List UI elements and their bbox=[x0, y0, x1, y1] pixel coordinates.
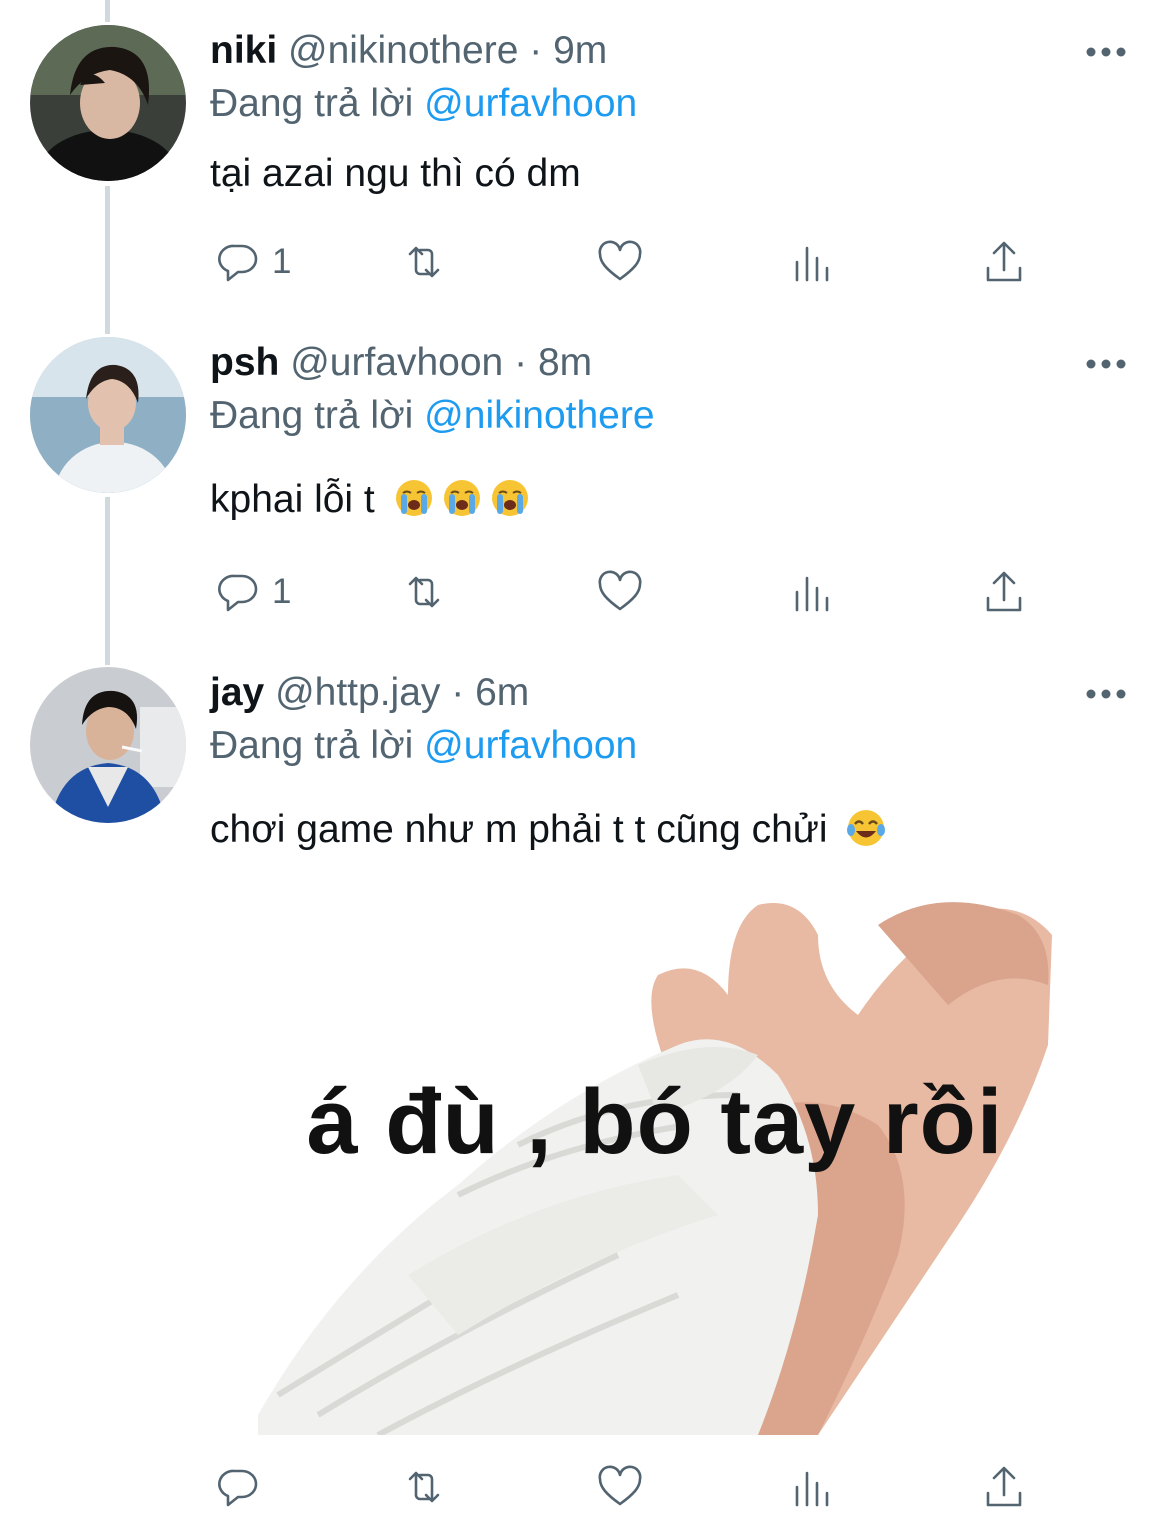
avatar[interactable] bbox=[30, 25, 186, 181]
user-handle[interactable]: @urfavhoon bbox=[290, 341, 503, 384]
reply-mention[interactable]: @nikinothere bbox=[424, 394, 654, 437]
tweet-text-content: chơi game như m phải t t cũng chửi bbox=[210, 808, 828, 851]
share-icon bbox=[986, 1466, 1022, 1507]
replying-to-label: Đang trả lời bbox=[210, 394, 414, 437]
retweet-icon bbox=[408, 576, 440, 608]
views-button[interactable] bbox=[788, 1462, 836, 1512]
tweet-niki[interactable]: niki @nikinothere · 9m Đang trả lời @urf… bbox=[0, 0, 1170, 320]
like-icon bbox=[598, 240, 642, 281]
views-button[interactable] bbox=[788, 567, 836, 617]
face-with-tears-of-joy-emoji bbox=[847, 810, 886, 846]
tweet-text: kphai lỗi t bbox=[210, 474, 530, 526]
like-button[interactable] bbox=[596, 237, 644, 287]
replying-to-label: Đang trả lời bbox=[210, 82, 414, 125]
user-handle[interactable]: @nikinothere bbox=[288, 29, 518, 72]
tweet-header: niki @nikinothere · 9m bbox=[210, 26, 607, 76]
views-icon bbox=[795, 576, 829, 612]
replying-to-label: Đang trả lời bbox=[210, 724, 414, 767]
replying-to: Đang trả lời @urfavhoon bbox=[210, 79, 637, 129]
views-icon bbox=[795, 1471, 829, 1507]
retweet-icon bbox=[408, 1471, 440, 1503]
share-icon bbox=[986, 571, 1022, 612]
reply-icon bbox=[218, 1469, 258, 1507]
replying-to: Đang trả lời @nikinothere bbox=[210, 391, 655, 441]
separator-dot: · bbox=[451, 671, 465, 714]
reply-button[interactable]: 1 bbox=[214, 237, 291, 287]
share-button[interactable] bbox=[980, 237, 1028, 287]
timestamp[interactable]: 9m bbox=[553, 29, 607, 72]
retweet-icon bbox=[408, 246, 440, 278]
avatar[interactable] bbox=[30, 667, 186, 823]
meme-caption: á đù , bó tay rồi bbox=[306, 1071, 1004, 1173]
loudly-crying-face-emoji bbox=[491, 480, 528, 516]
more-icon[interactable] bbox=[1084, 684, 1128, 704]
replying-to: Đang trả lời @urfavhoon bbox=[210, 721, 637, 771]
action-bar: 1 bbox=[210, 567, 1050, 617]
like-button[interactable] bbox=[596, 1462, 644, 1512]
tweet-media-image[interactable]: á đù , bó tay rồi bbox=[258, 895, 1052, 1435]
tweet-header: psh @urfavhoon · 8m bbox=[210, 338, 592, 388]
display-name[interactable]: niki bbox=[210, 29, 277, 72]
tweet-psh[interactable]: psh @urfavhoon · 8m Đang trả lời @nikino… bbox=[0, 320, 1170, 650]
share-icon bbox=[986, 241, 1022, 282]
loudly-crying-face-emoji bbox=[395, 480, 432, 516]
views-button[interactable] bbox=[788, 237, 836, 287]
separator-dot: · bbox=[514, 341, 528, 384]
reply-mention[interactable]: @urfavhoon bbox=[424, 724, 637, 767]
like-button[interactable] bbox=[596, 567, 644, 617]
display-name[interactable]: psh bbox=[210, 341, 279, 384]
tweet-text: tại azai ngu thì có dm bbox=[210, 148, 581, 200]
tweet-header: jay @http.jay · 6m bbox=[210, 668, 529, 718]
retweet-button[interactable] bbox=[400, 237, 448, 287]
timestamp[interactable]: 6m bbox=[475, 671, 529, 714]
retweet-button[interactable] bbox=[400, 1462, 448, 1512]
separator-dot: · bbox=[529, 29, 543, 72]
more-icon[interactable] bbox=[1084, 354, 1128, 374]
like-icon bbox=[598, 1465, 642, 1506]
reply-icon bbox=[218, 244, 258, 282]
views-icon bbox=[795, 246, 829, 282]
reply-mention[interactable]: @urfavhoon bbox=[424, 82, 637, 125]
reply-count: 1 bbox=[272, 242, 292, 281]
display-name[interactable]: jay bbox=[210, 671, 264, 714]
retweet-button[interactable] bbox=[400, 567, 448, 617]
action-bar bbox=[210, 1462, 1050, 1512]
user-handle[interactable]: @http.jay bbox=[275, 671, 440, 714]
reply-button[interactable]: 1 bbox=[214, 567, 291, 617]
timestamp[interactable]: 8m bbox=[538, 341, 592, 384]
action-bar: 1 bbox=[210, 237, 1050, 287]
reply-icon bbox=[218, 574, 258, 612]
loudly-crying-face-emoji bbox=[443, 480, 480, 516]
reply-count: 1 bbox=[272, 572, 292, 611]
tweet-text-content: tại azai ngu thì có dm bbox=[210, 152, 581, 195]
share-button[interactable] bbox=[980, 1462, 1028, 1512]
reply-button[interactable] bbox=[214, 1462, 262, 1512]
tweet-text-content: kphai lỗi t bbox=[210, 478, 375, 521]
like-icon bbox=[598, 570, 642, 611]
tweet-text: chơi game như m phải t t cũng chửi bbox=[210, 804, 886, 856]
share-button[interactable] bbox=[980, 567, 1028, 617]
more-icon[interactable] bbox=[1084, 42, 1128, 62]
avatar[interactable] bbox=[30, 337, 186, 493]
